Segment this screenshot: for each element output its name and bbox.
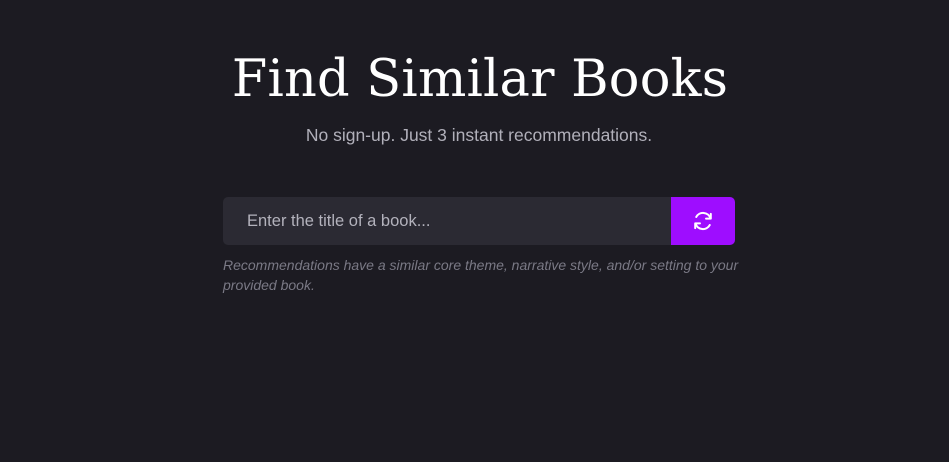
page: Find Similar Books No sign-up. Just 3 in… [0,0,949,462]
recommendation-hint: Recommendations have a similar core them… [223,257,739,293]
search-bar [223,197,735,245]
refresh-icon [692,210,714,232]
page-subtitle: No sign-up. Just 3 instant recommendatio… [305,125,653,145]
book-title-input[interactable] [223,197,671,245]
page-title: Find Similar Books [231,50,729,109]
search-button[interactable] [671,197,735,245]
